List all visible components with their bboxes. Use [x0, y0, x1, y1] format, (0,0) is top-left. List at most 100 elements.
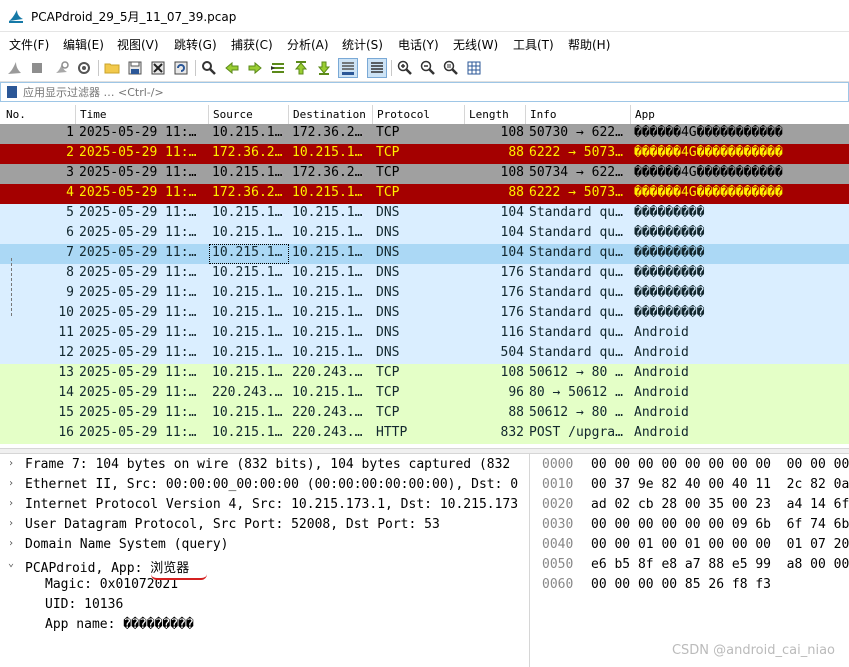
detail-field[interactable]: App name: ���������	[0, 616, 529, 636]
packet-app: ������4G�����������	[634, 125, 783, 140]
packet-time: 2025-05-29 11:…	[79, 365, 197, 380]
find-packet-button[interactable]	[199, 58, 219, 78]
menu-wireless[interactable]: 无线(W)	[453, 36, 498, 53]
packet-row[interactable]: 3 2025-05-29 11:… 10.215.1… 172.36.2… TCP 108…	[0, 164, 849, 184]
menu-analyze[interactable]: 分析(A)	[287, 36, 329, 53]
packet-row[interactable]: 13 2025-05-29 11:… 10.215.1… 220.243.… TCP 10…	[0, 364, 849, 384]
column-header-protocol[interactable]: Protocol	[377, 108, 430, 121]
menu-capture[interactable]: 捕获(C)	[231, 36, 273, 53]
menu-statistics[interactable]: 统计(S)	[342, 36, 383, 53]
column-header-app[interactable]: App	[635, 108, 655, 121]
hex-bytes: ad 02 cb 28 00 35 00 23 a4 14 6f	[591, 497, 849, 512]
column-header-source[interactable]: Source	[213, 108, 253, 121]
menu-help[interactable]: 帮助(H)	[568, 36, 610, 53]
packet-row[interactable]: 12 2025-05-29 11:… 10.215.1… 10.215.1… DNS 50…	[0, 344, 849, 364]
chevron-right-icon[interactable]: ›	[8, 458, 14, 469]
zoom-out-button[interactable]	[418, 58, 438, 78]
chevron-down-icon[interactable]: ⌄	[8, 558, 14, 569]
go-first-button[interactable]	[291, 58, 311, 78]
packet-destination: 220.243.…	[292, 405, 363, 420]
packet-time: 2025-05-29 11:…	[79, 325, 197, 340]
packet-protocol: TCP	[376, 365, 400, 380]
detail-tree-item[interactable]: › User Datagram Protocol, Src Port: 52008…	[0, 516, 529, 536]
packet-length: 104	[500, 245, 524, 260]
column-header-destination[interactable]: Destination	[293, 108, 366, 121]
open-file-button[interactable]	[102, 58, 122, 78]
display-filter-bar	[0, 82, 849, 102]
column-header-info[interactable]: Info	[530, 108, 557, 121]
chevron-right-icon[interactable]: ›	[8, 498, 14, 509]
restart-capture-button[interactable]	[51, 58, 71, 78]
display-filter-input[interactable]	[23, 84, 843, 100]
colorize-button[interactable]	[367, 58, 387, 78]
go-to-packet-button[interactable]	[268, 58, 288, 78]
detail-tree-item[interactable]: › Domain Name System (query)	[0, 536, 529, 556]
resize-columns-button[interactable]	[464, 58, 484, 78]
go-back-button[interactable]	[222, 58, 242, 78]
hex-offset: 0050	[542, 557, 574, 572]
go-last-button[interactable]	[314, 58, 334, 78]
packet-row[interactable]: 2 2025-05-29 11:… 172.36.2… 10.215.1… TCP 88 6…	[0, 144, 849, 164]
packet-time: 2025-05-29 11:…	[79, 145, 197, 160]
capture-options-button[interactable]	[74, 58, 94, 78]
detail-tree-item[interactable]: ⌄ PCAPdroid, App: 浏览器	[0, 556, 529, 576]
packet-row[interactable]: 8 2025-05-29 11:… 10.215.1… 10.215.1… DNS 176…	[0, 264, 849, 284]
detail-field[interactable]: UID: 10136	[0, 596, 529, 616]
close-file-button[interactable]	[148, 58, 168, 78]
column-header-time[interactable]: Time	[80, 108, 107, 121]
menu-go[interactable]: 跳转(G)	[174, 36, 217, 53]
menu-edit[interactable]: 编辑(E)	[63, 36, 104, 53]
menu-telephony[interactable]: 电话(Y)	[398, 36, 439, 53]
packet-row[interactable]: 6 2025-05-29 11:… 10.215.1… 10.215.1… DNS 104…	[0, 224, 849, 244]
packet-protocol: HTTP	[376, 425, 408, 440]
zoom-in-button[interactable]	[395, 58, 415, 78]
packet-row[interactable]: 7 2025-05-29 11:… 10.215.1… 10.215.1… DNS 104…	[0, 244, 849, 264]
go-back-icon	[225, 61, 239, 75]
zoom-out-icon	[420, 60, 435, 75]
column-header-length[interactable]: Length	[469, 108, 509, 121]
packet-source: 10.215.1…	[212, 225, 283, 240]
packet-row[interactable]: 1 2025-05-29 11:… 10.215.1… 172.36.2… TCP 108…	[0, 124, 849, 144]
zoom-normal-button[interactable]	[441, 58, 461, 78]
chevron-right-icon[interactable]: ›	[8, 518, 14, 529]
column-header-no[interactable]: No.	[6, 108, 26, 121]
detail-tree-item[interactable]: › Ethernet II, Src: 00:00:00_00:00:00 (00…	[0, 476, 529, 496]
hex-offset: 0010	[542, 477, 574, 492]
reload-file-button[interactable]	[171, 58, 191, 78]
packet-app: Android	[634, 365, 689, 380]
chevron-right-icon[interactable]: ›	[8, 538, 14, 549]
packet-app: ���������	[634, 305, 705, 320]
packet-row[interactable]: 9 2025-05-29 11:… 10.215.1… 10.215.1… DNS 176…	[0, 284, 849, 304]
packet-no: 11	[58, 325, 74, 340]
packet-source: 10.215.1…	[212, 205, 283, 220]
packet-row[interactable]: 10 2025-05-29 11:… 10.215.1… 10.215.1… DNS 17…	[0, 304, 849, 324]
find-icon	[202, 61, 216, 75]
packet-row[interactable]: 16 2025-05-29 11:… 10.215.1… 220.243.… HTTP 8…	[0, 424, 849, 444]
packet-row[interactable]: 5 2025-05-29 11:… 10.215.1… 10.215.1… DNS 104…	[0, 204, 849, 224]
menu-tools[interactable]: 工具(T)	[513, 36, 554, 53]
chevron-right-icon[interactable]: ›	[8, 478, 14, 489]
packet-row[interactable]: 4 2025-05-29 11:… 172.36.2… 10.215.1… TCP 88 6…	[0, 184, 849, 204]
packet-protocol: DNS	[376, 205, 400, 220]
autoscroll-button[interactable]	[338, 58, 358, 78]
hex-bytes: 00 00 00 00 00 00 00 00 00 00 00	[591, 457, 849, 472]
save-file-button[interactable]	[125, 58, 145, 78]
packet-row[interactable]: 11 2025-05-29 11:… 10.215.1… 10.215.1… DNS 11…	[0, 324, 849, 344]
packet-row[interactable]: 15 2025-05-29 11:… 10.215.1… 220.243.… TCP 88…	[0, 404, 849, 424]
packet-info: Standard qu…	[529, 285, 623, 300]
detail-text: UID: 10136	[45, 597, 124, 612]
packet-row[interactable]: 14 2025-05-29 11:… 220.243.… 10.215.1… TCP 96…	[0, 384, 849, 404]
packet-length: 108	[500, 365, 524, 380]
packet-info: 50612 → 80 …	[529, 405, 623, 420]
detail-field[interactable]: Magic: 0x01072021	[0, 576, 529, 596]
filter-bookmark-icon[interactable]	[7, 86, 17, 98]
detail-tree-item[interactable]: › Frame 7: 104 bytes on wire (832 bits), …	[0, 456, 529, 476]
menu-file[interactable]: 文件(F)	[9, 36, 49, 53]
go-forward-button[interactable]	[245, 58, 265, 78]
menu-view[interactable]: 视图(V)	[117, 36, 159, 53]
stop-capture-button[interactable]	[27, 58, 47, 78]
detail-tree-item[interactable]: › Internet Protocol Version 4, Src: 10.21…	[0, 496, 529, 516]
packet-time: 2025-05-29 11:…	[79, 305, 197, 320]
packet-app: Android	[634, 405, 689, 420]
start-capture-button[interactable]	[4, 58, 24, 78]
